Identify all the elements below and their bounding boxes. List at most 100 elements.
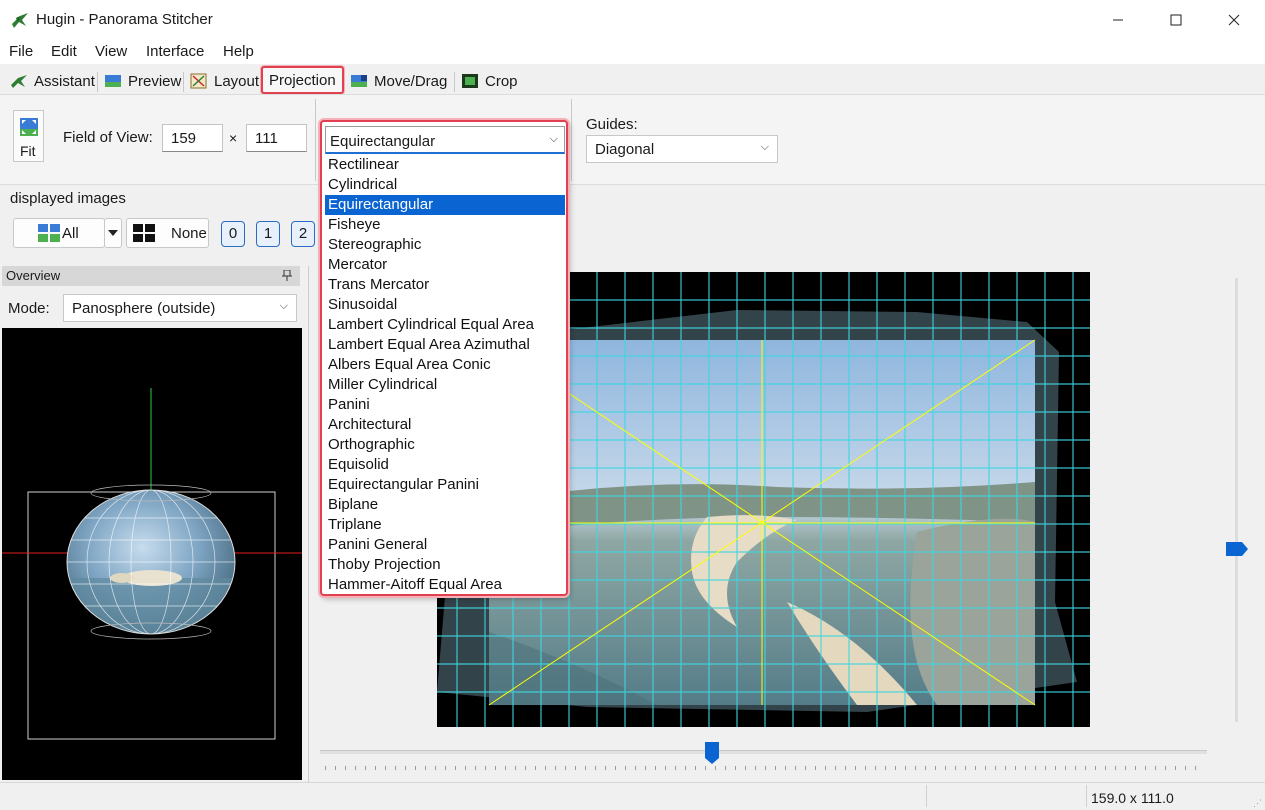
layout-icon: [190, 73, 207, 89]
fit-label: Fit: [20, 143, 36, 159]
projection-option[interactable]: Albers Equal Area Conic: [325, 355, 565, 375]
tab-label: Assistant: [34, 72, 95, 90]
tab-move-drag[interactable]: Move/Drag: [346, 68, 447, 94]
overview-header: Overview: [2, 266, 300, 286]
all-images-icon: [38, 224, 60, 242]
chevron-down-icon: ⌵: [279, 300, 288, 312]
image-toggle-2[interactable]: 2: [291, 221, 315, 247]
projection-option[interactable]: Equisolid: [325, 455, 565, 475]
image-toggle-1[interactable]: 1: [256, 221, 280, 247]
status-bar: 159.0 x 111.0 ⋰: [0, 782, 1265, 810]
overview-title: Overview: [6, 268, 61, 283]
show-none-button[interactable]: None: [126, 218, 209, 248]
horizontal-slider-thumb[interactable]: [705, 742, 719, 766]
title-bar: Hugin - Panorama Stitcher: [0, 0, 1265, 40]
hugin-app-icon: [12, 13, 28, 28]
fov-horizontal-input[interactable]: 159: [162, 124, 223, 152]
projection-option[interactable]: Cylindrical: [325, 175, 565, 195]
projection-option[interactable]: Panini General: [325, 535, 565, 555]
move-drag-icon: [351, 75, 367, 87]
toolbar-divider: [315, 99, 316, 181]
preview-icon: [105, 75, 121, 87]
tab-divider: [97, 72, 98, 92]
projection-option[interactable]: Fisheye: [325, 215, 565, 235]
fit-button[interactable]: Fit: [13, 110, 44, 162]
maximize-button[interactable]: [1147, 0, 1205, 40]
tab-label: Layout: [214, 72, 260, 90]
dropdown-arrow-icon: [108, 230, 118, 236]
image-toggle-0[interactable]: 0: [221, 221, 245, 247]
tab-divider: [454, 72, 455, 92]
projection-option[interactable]: Trans Mercator: [325, 275, 565, 295]
overview-panel: Overview Mode: Panosphere (outside) ⌵: [0, 266, 304, 782]
tab-label: Preview: [128, 72, 182, 90]
projection-select[interactable]: Equirectangular ⌵: [325, 126, 565, 154]
crop-icon: [462, 74, 478, 88]
displayed-images-label: displayed images: [10, 190, 126, 207]
guides-value: Diagonal: [595, 141, 655, 158]
projection-option[interactable]: Hammer-Aitoff Equal Area: [325, 575, 565, 595]
projection-option[interactable]: Biplane: [325, 495, 565, 515]
overview-canvas[interactable]: [2, 328, 302, 780]
vertical-slider-thumb[interactable]: [1226, 542, 1250, 556]
toolbar-divider: [571, 99, 572, 181]
menu-edit[interactable]: Edit: [51, 43, 77, 60]
guides-select[interactable]: Diagonal ⌵: [586, 135, 778, 163]
projection-option[interactable]: Orthographic: [325, 435, 565, 455]
menu-interface[interactable]: Interface: [146, 43, 204, 60]
close-button[interactable]: [1205, 0, 1263, 40]
none-label: None: [171, 224, 207, 242]
projection-option[interactable]: Mercator: [325, 255, 565, 275]
window-title: Hugin - Panorama Stitcher: [36, 11, 213, 28]
status-size: 159.0 x 111.0: [1091, 790, 1174, 806]
tab-label: Projection: [269, 71, 336, 89]
fov-vertical-input[interactable]: 111: [246, 124, 307, 152]
no-images-icon: [133, 224, 155, 242]
projection-option[interactable]: Miller Cylindrical: [325, 375, 565, 395]
all-label: All: [62, 224, 79, 242]
projection-option[interactable]: Stereographic: [325, 235, 565, 255]
menu-file[interactable]: File: [9, 43, 33, 60]
tab-preview[interactable]: Preview: [100, 68, 181, 94]
projection-option[interactable]: Rectilinear: [325, 155, 565, 175]
projection-option[interactable]: Panini: [325, 395, 565, 415]
tab-assistant[interactable]: Assistant: [6, 68, 95, 94]
projection-selected-value: Equirectangular: [330, 133, 436, 150]
overview-mode-select[interactable]: Panosphere (outside) ⌵: [63, 294, 297, 322]
projection-option[interactable]: Triplane: [325, 515, 565, 535]
projection-option[interactable]: Equirectangular: [325, 195, 565, 215]
overview-mode-value: Panosphere (outside): [72, 300, 216, 317]
tab-crop[interactable]: Crop: [457, 68, 518, 94]
projection-option[interactable]: Equirectangular Panini: [325, 475, 565, 495]
maximize-icon: [1170, 14, 1182, 26]
projection-option[interactable]: Thoby Projection: [325, 555, 565, 575]
tab-label: Crop: [485, 72, 518, 90]
vertical-slider-track[interactable]: [1235, 278, 1238, 722]
menu-view[interactable]: View: [95, 43, 127, 60]
projection-option[interactable]: Architectural: [325, 415, 565, 435]
resize-grip-icon[interactable]: ⋰: [1253, 798, 1262, 809]
projection-options-list: Rectilinear Cylindrical Equirectangular Fis…: [325, 155, 565, 595]
all-dropdown-button[interactable]: [104, 218, 122, 248]
panosphere-view: [2, 388, 302, 740]
fov-label: Field of View:: [63, 129, 153, 146]
menu-help[interactable]: Help: [223, 43, 254, 60]
show-all-button[interactable]: All: [13, 218, 105, 248]
close-icon: [1228, 14, 1240, 26]
minimize-button[interactable]: [1089, 0, 1147, 40]
tab-layout[interactable]: Layout: [186, 68, 259, 94]
tab-projection[interactable]: Projection: [261, 66, 344, 94]
projection-dropdown[interactable]: Equirectangular ⌵ Rectilinear Cylindrical…: [320, 120, 568, 596]
projection-option[interactable]: Sinusoidal: [325, 295, 565, 315]
status-divider: [1086, 785, 1087, 807]
times-symbol: ×: [229, 130, 238, 146]
projection-option[interactable]: Lambert Equal Area Azimuthal: [325, 335, 565, 355]
slider-ticks: [325, 766, 1205, 770]
fit-icon: [20, 118, 38, 136]
projection-option[interactable]: Lambert Cylindrical Equal Area: [325, 315, 565, 335]
horizontal-slider-track[interactable]: [320, 750, 1207, 754]
pin-icon[interactable]: [282, 270, 292, 282]
mode-label: Mode:: [8, 300, 50, 317]
menu-bar: File Edit View Interface Help: [0, 40, 1265, 64]
tab-bar: Assistant Preview Layout Projection Move…: [0, 64, 1265, 94]
